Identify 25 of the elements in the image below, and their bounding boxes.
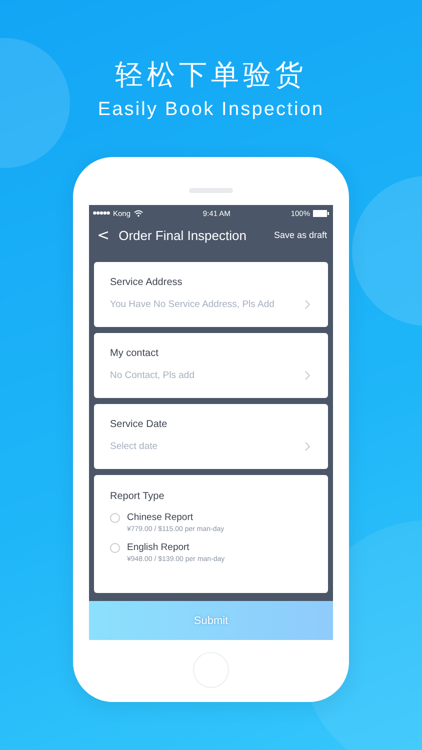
- signal-icon: [93, 211, 110, 215]
- field-placeholder: Select date: [110, 441, 158, 452]
- field-placeholder: No Contact, Pls add: [110, 370, 194, 381]
- radio-button[interactable]: [110, 543, 120, 553]
- radio-button[interactable]: [110, 513, 120, 523]
- subheadline: Easily Book Inspection: [98, 99, 324, 121]
- field-card[interactable]: Service Date Select date: [94, 404, 328, 469]
- field-card[interactable]: My contact No Contact, Pls add: [94, 333, 328, 398]
- headline: 轻松下单验货: [115, 58, 307, 92]
- screen-title: Order Final Inspection: [118, 228, 248, 242]
- battery-icon: [313, 210, 329, 216]
- field-card[interactable]: Service Address You Have No Service Address, Pls Add: [94, 262, 328, 327]
- chevron-icon: [305, 300, 310, 309]
- option-name: Chinese Report: [127, 512, 194, 523]
- chevron-icon: [305, 371, 310, 380]
- back-button[interactable]: <: [97, 226, 110, 244]
- field-label: Service Address: [110, 277, 184, 288]
- option-name: English Report: [127, 542, 190, 553]
- chevron-icon: [305, 442, 310, 451]
- field-placeholder: You Have No Service Address, Pls Add: [110, 299, 274, 310]
- wifi-icon: [134, 210, 143, 216]
- field-label: My contact: [110, 348, 160, 359]
- field-label: Report Type: [110, 491, 166, 502]
- field-label: Service Date: [110, 419, 168, 430]
- save-draft-button[interactable]: Save as draft: [274, 230, 327, 240]
